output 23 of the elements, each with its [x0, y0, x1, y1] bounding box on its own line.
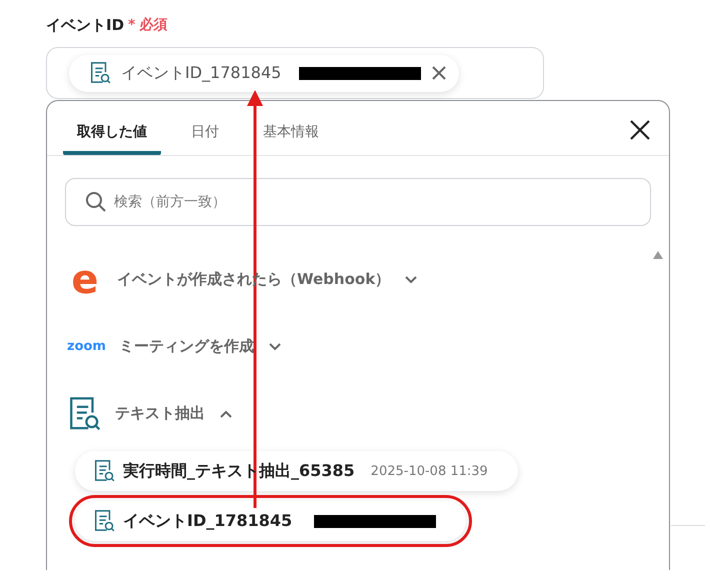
chip-text: イベントID_1781845	[121, 62, 282, 84]
remove-icon[interactable]	[431, 65, 448, 81]
tab[interactable]: 取得した値	[63, 113, 161, 155]
tab[interactable]: 基本情報	[249, 113, 333, 155]
option-name: イベントID_1781845	[123, 510, 292, 532]
required-text: 必須	[139, 16, 168, 34]
value-option[interactable]: イベントID_1781845	[75, 501, 466, 541]
value-field[interactable]: イベントID_1781845	[46, 47, 544, 99]
value-chip[interactable]: イベントID_1781845	[69, 54, 460, 92]
required-mark: *	[128, 17, 136, 33]
field-label: イベントID	[46, 16, 124, 34]
tab[interactable]: 日付	[177, 113, 233, 155]
document-search-icon	[67, 394, 101, 432]
option-value: 2025-10-08 11:39	[370, 464, 488, 478]
document-search-icon	[93, 509, 115, 533]
brand-logo: zoom	[67, 339, 105, 354]
document-search-icon	[89, 61, 111, 85]
document-search-icon	[93, 459, 115, 483]
scroll-up-icon[interactable]	[653, 251, 663, 259]
brand-logo: e	[70, 260, 100, 300]
group-title[interactable]: テキスト抽出	[115, 404, 205, 423]
close-icon[interactable]	[629, 119, 651, 141]
search-field[interactable]: 検索（前方一致）	[65, 178, 651, 226]
